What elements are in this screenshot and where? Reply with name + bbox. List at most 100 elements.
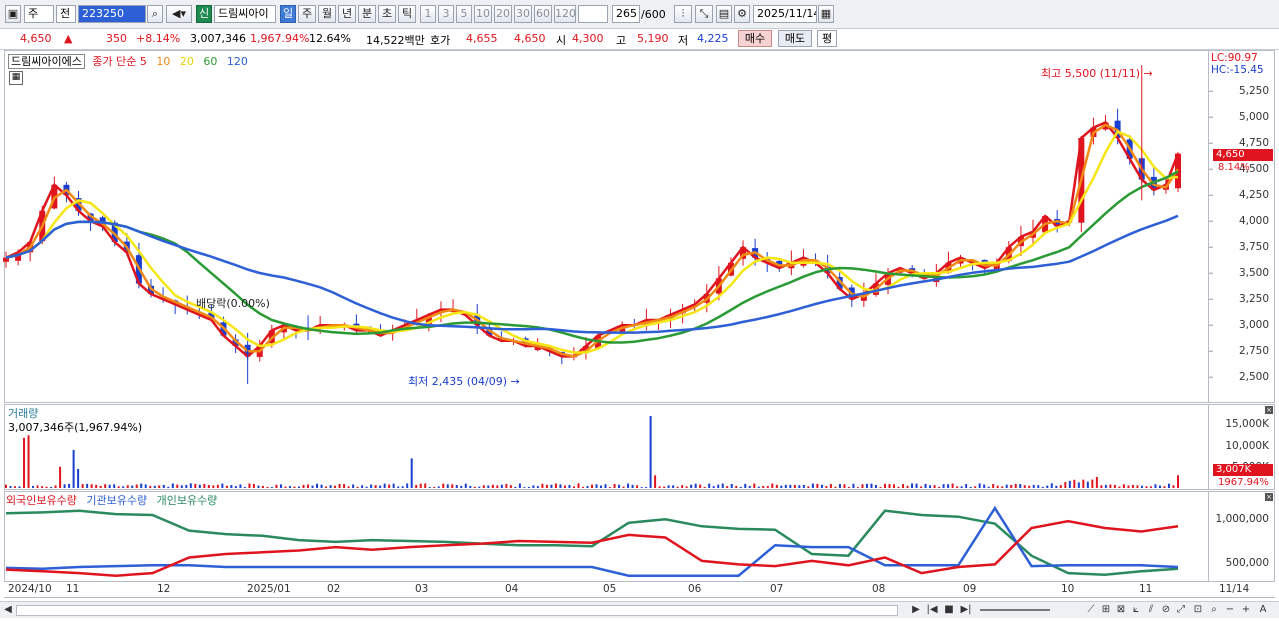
volume-bar (1172, 485, 1175, 488)
scroll-track[interactable] (16, 605, 898, 616)
tool-5-icon[interactable]: ⫽ (1145, 603, 1157, 617)
volume-bar (775, 484, 778, 488)
volume-bar (257, 485, 260, 488)
volume-bar (68, 483, 71, 488)
volume-close-icon[interactable]: × (1265, 406, 1273, 414)
volume-bar (820, 484, 823, 488)
volume-bar (771, 483, 774, 488)
tool-3-icon[interactable]: ⊠ (1115, 603, 1127, 617)
volume-bar (406, 483, 409, 488)
volume-pct-tag: 1967.94% (1218, 477, 1269, 488)
stock-name-label[interactable]: 드림씨아이에스 (8, 54, 85, 69)
zoom-icon[interactable]: ⌕ (1208, 603, 1220, 617)
volume-bar (965, 484, 968, 488)
volume-bar (1100, 485, 1103, 488)
tool-8-icon[interactable]: ⊡ (1192, 603, 1204, 617)
volume-bar (600, 485, 603, 488)
volume-bar (825, 486, 828, 488)
volume-bar (374, 485, 377, 488)
ma-5-line (5, 121, 1180, 358)
price-y-tick: 5,000 (1238, 111, 1269, 124)
volume-bar (834, 486, 837, 488)
tool-7-icon[interactable]: ⤢ (1175, 603, 1187, 617)
tool-6-icon[interactable]: ⊘ (1160, 603, 1172, 617)
volume-bar (1014, 484, 1017, 488)
volume-bar (577, 483, 580, 488)
volume-bar (293, 486, 296, 488)
foreign-holding-label: 외국인보유수량 (6, 494, 77, 507)
volume-bar (563, 485, 566, 488)
volume-bar (550, 484, 553, 488)
volume-bar (167, 486, 170, 488)
volume-bar (1158, 485, 1161, 488)
minus-icon[interactable]: − (1224, 603, 1236, 617)
stop-icon[interactable]: ■ (943, 603, 955, 617)
x-tick: 04 (505, 583, 519, 595)
volume-bar (865, 483, 868, 488)
volume-bar (77, 468, 80, 488)
volume-bar (415, 484, 418, 488)
ma-label: 종가 단순 (92, 55, 137, 68)
volume-bar (36, 485, 39, 488)
volume-bar (86, 483, 89, 488)
volume-bar (352, 484, 355, 488)
volume-bar (298, 486, 300, 488)
tool-1-icon[interactable]: ⟋ (1085, 603, 1097, 617)
volume-bar (554, 483, 557, 488)
volume-bar (1109, 484, 1112, 488)
volume-bar (780, 485, 783, 488)
volume-bar (158, 485, 161, 488)
volume-bar (581, 486, 584, 488)
volume-bar (811, 483, 814, 488)
x-tick: 05 (603, 583, 617, 595)
volume-bar (726, 486, 729, 488)
volume-bar (90, 484, 93, 488)
volume-bar (613, 483, 616, 488)
volume-bar (243, 486, 246, 488)
volume-bar (505, 484, 508, 488)
first-icon[interactable]: |◀ (925, 603, 939, 617)
tool-4-icon[interactable]: ⟀ (1130, 603, 1142, 617)
volume-bar (672, 485, 675, 488)
volume-bar (302, 484, 305, 488)
volume-bar (1104, 484, 1107, 488)
volume-tag: 3,007K (1213, 464, 1273, 476)
volume-bar (509, 485, 512, 488)
volume-bar (279, 484, 282, 488)
volume-bar (284, 486, 287, 488)
last-icon[interactable]: ▶| (959, 603, 973, 617)
plus-icon[interactable]: + (1240, 603, 1252, 617)
x-tick: 11 (1139, 583, 1153, 595)
zoom-slider[interactable] (980, 609, 1050, 611)
holding-close-icon[interactable]: × (1265, 493, 1273, 501)
volume-bar (829, 484, 832, 488)
volume-bar (847, 486, 850, 488)
scroll-left-icon[interactable]: ◀ (2, 603, 14, 617)
font-icon[interactable]: A (1256, 603, 1270, 617)
grid-toggle-icon[interactable]: ▦ (9, 71, 23, 85)
volume-bar (1140, 485, 1143, 488)
volume-bar (843, 484, 846, 488)
volume-bar (212, 485, 215, 488)
dividend-annotation: 배당락(0.00%) (196, 297, 270, 310)
price-y-tick: 3,500 (1238, 267, 1269, 280)
volume-bar (924, 483, 927, 488)
x-tick: 02 (327, 583, 341, 595)
volume-bar (392, 483, 395, 488)
scrollbar[interactable]: ◀ ▶ |◀ ■ ▶| ⟋ ⊞ ⊠ ⟀ ⫽ ⊘ ⤢ ⊡ ⌕ − + A (0, 601, 1279, 618)
scroll-right-icon[interactable]: ▶ (910, 603, 922, 617)
volume-bar (176, 484, 179, 488)
volume-bar (969, 486, 972, 488)
volume-bar (902, 484, 905, 488)
volume-bar (1041, 486, 1044, 488)
high-annotation: 최고 5,500 (11/11) → (1041, 67, 1153, 80)
volume-bar (802, 484, 805, 488)
volume-bar (807, 486, 810, 488)
x-tick: 2024/10 (8, 583, 52, 595)
volume-bar (500, 484, 503, 488)
volume-bar (649, 416, 652, 488)
tool-2-icon[interactable]: ⊞ (1100, 603, 1112, 617)
low-annotation: 최저 2,435 (04/09) → (408, 375, 520, 388)
volume-bar (744, 483, 747, 488)
volume-bar (248, 483, 251, 488)
